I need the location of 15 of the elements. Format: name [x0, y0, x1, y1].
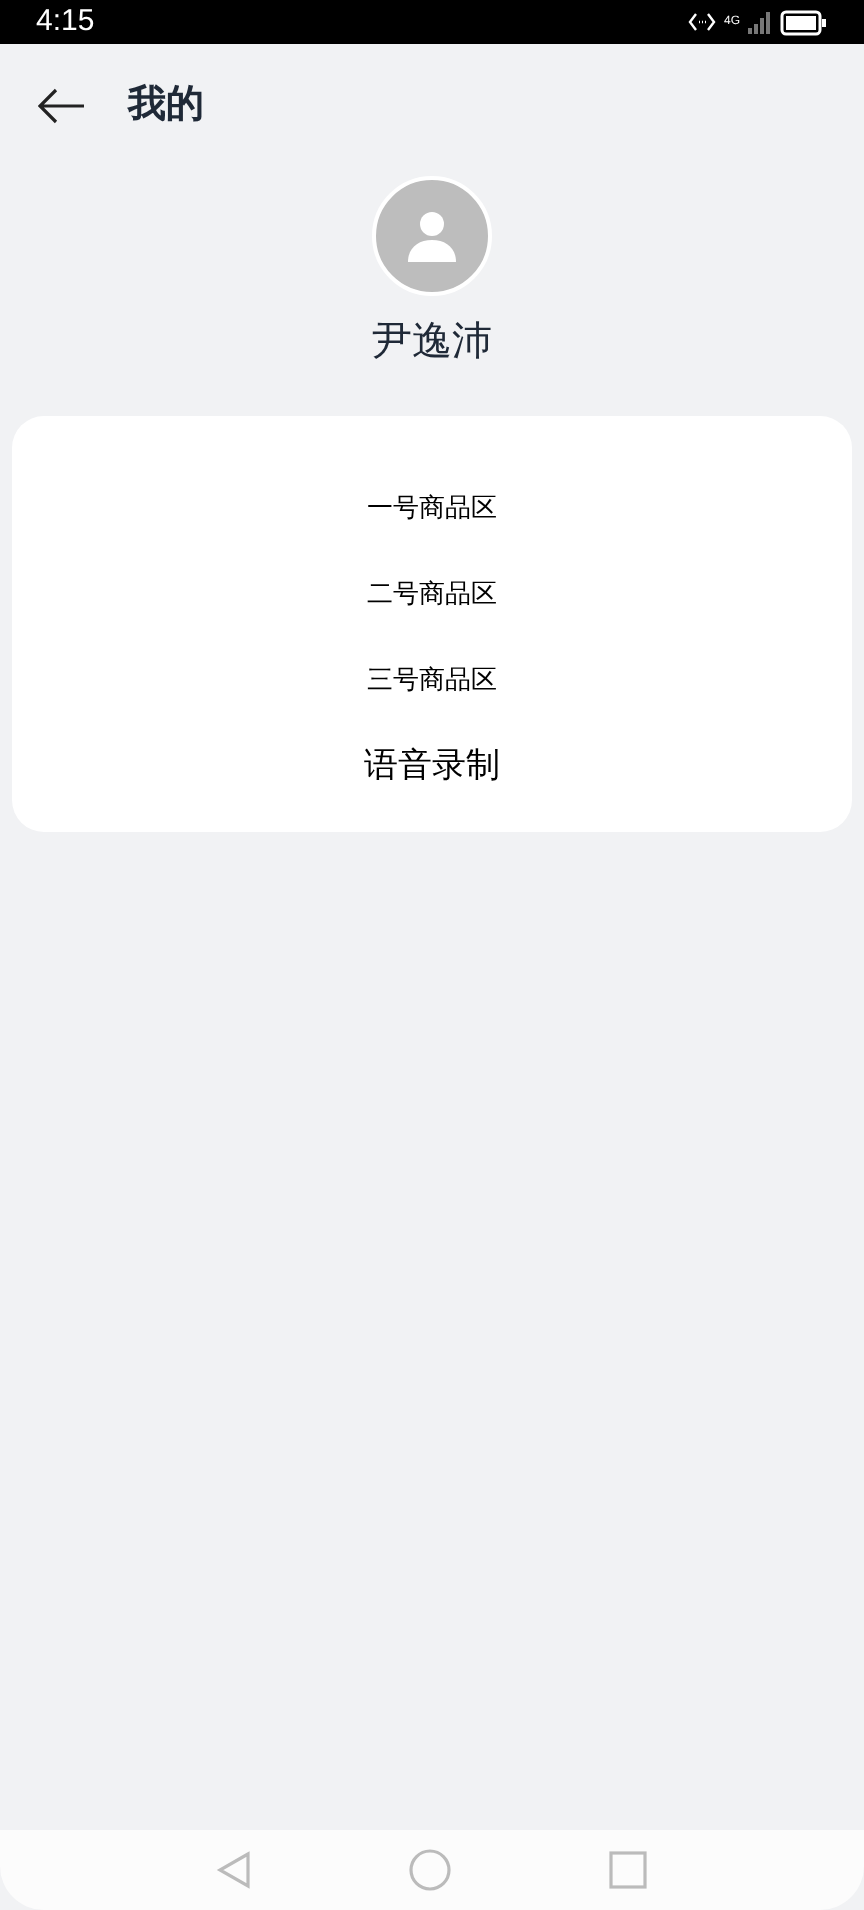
data-transfer-icon: [687, 12, 716, 32]
home-circle-icon[interactable]: [408, 1848, 452, 1892]
menu-item[interactable]: 二号商品区: [367, 550, 497, 636]
recents-square-icon[interactable]: [608, 1850, 648, 1890]
menu-item[interactable]: 三号商品区: [367, 636, 497, 722]
status-time: 4:15: [36, 1, 95, 42]
back-arrow-icon: [38, 88, 86, 124]
battery-icon: [780, 9, 828, 35]
person-icon: [404, 208, 460, 264]
back-triangle-icon[interactable]: [216, 1850, 252, 1890]
user-name: 尹逸沛: [372, 318, 492, 368]
page-title: 我的: [128, 81, 204, 130]
menu-item[interactable]: 一号商品区: [367, 464, 497, 550]
menu-item[interactable]: 语音录制: [364, 722, 500, 808]
signal-icon: [748, 11, 772, 33]
